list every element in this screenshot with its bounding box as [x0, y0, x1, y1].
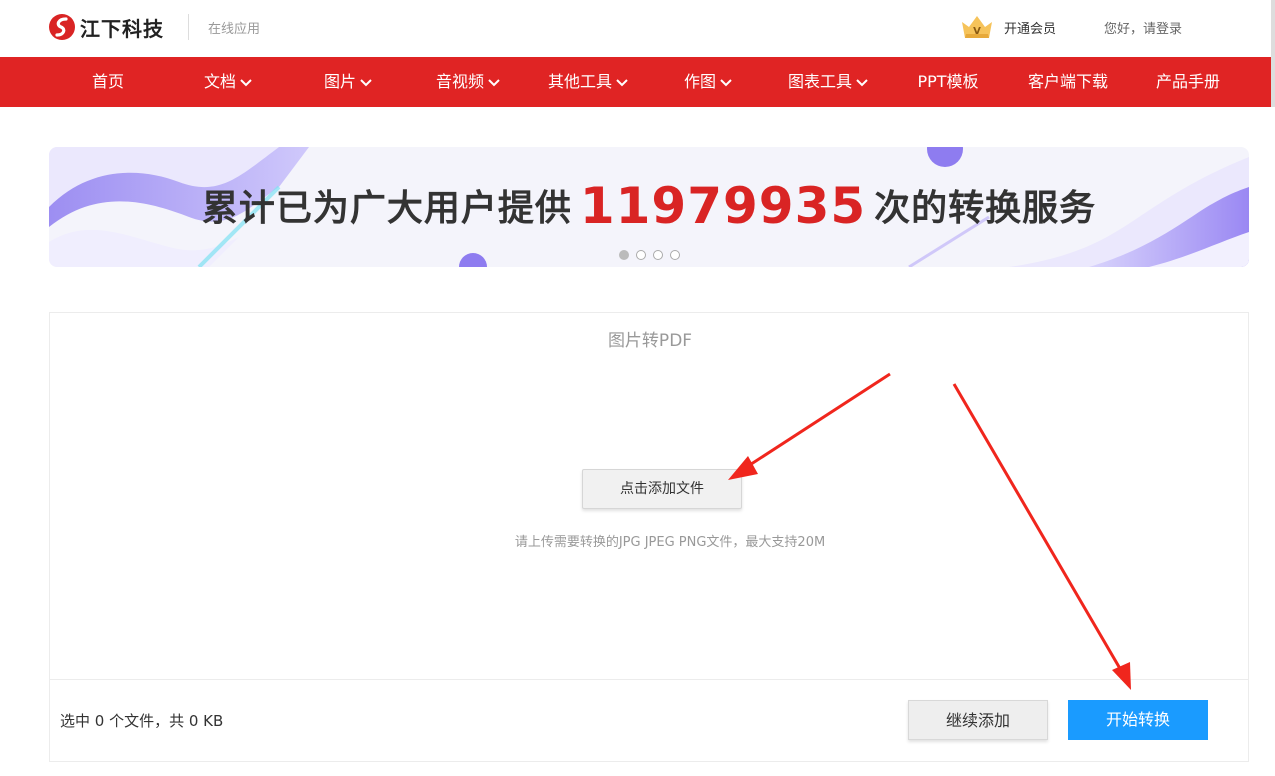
carousel-dot[interactable] — [653, 250, 663, 260]
nav-item-documents[interactable]: 文档 — [204, 57, 252, 107]
chevron-down-icon — [616, 78, 628, 86]
continue-add-button[interactable]: 继续添加 — [908, 700, 1048, 740]
nav-item-product-manual[interactable]: 产品手册 — [1156, 57, 1220, 107]
carousel-dots — [619, 250, 680, 260]
chevron-down-icon — [360, 78, 372, 86]
converter-title: 图片转PDF — [607, 331, 693, 351]
panel-divider — [50, 679, 1248, 680]
header-subtitle: 在线应用 — [208, 22, 261, 37]
converter-panel: 图片转PDF 点击添加文件 请上传需要转换的JPG JPEG PNG文件，最大支… — [49, 312, 1249, 762]
upload-hint: 请上传需要转换的JPG JPEG PNG文件，最大支持20M — [514, 535, 826, 550]
banner-headline: 累计已为广大用户提供 11979935 次的转换服务 — [49, 177, 1249, 235]
banner-count: 11979935 — [579, 177, 867, 235]
chevron-down-icon — [720, 78, 732, 86]
vip-label: 开通会员 — [1004, 21, 1057, 37]
chevron-down-icon — [488, 78, 500, 86]
brand-logo[interactable]: 江下科技 — [48, 12, 164, 42]
svg-text:V: V — [973, 26, 981, 37]
nav-item-label: 产品手册 — [1155, 72, 1221, 91]
nav-item-label: PPT模板 — [917, 72, 979, 91]
promo-banner[interactable]: 累计已为广大用户提供 11979935 次的转换服务 — [49, 147, 1249, 267]
nav-item-label: 图片 — [323, 72, 357, 91]
carousel-dot[interactable] — [636, 250, 646, 260]
brand-name: 江下科技 — [80, 16, 164, 41]
nav-item-images[interactable]: 图片 — [324, 57, 372, 107]
nav-item-label: 首页 — [91, 72, 125, 91]
nav-item-chart-tools[interactable]: 图表工具 — [788, 57, 868, 107]
nav-item-client-download[interactable]: 客户端下载 — [1028, 57, 1108, 107]
nav-item-label: 其他工具 — [547, 72, 613, 91]
banner-text-after: 次的转换服务 — [874, 188, 1097, 229]
nav-item-label: 图表工具 — [787, 72, 853, 91]
banner-text-before: 累计已为广大用户提供 — [201, 188, 572, 229]
add-file-button[interactable]: 点击添加文件 — [582, 469, 742, 509]
start-convert-button[interactable]: 开始转换 — [1068, 700, 1208, 740]
scrollbar-track[interactable] — [1271, 0, 1275, 107]
chevron-down-icon — [240, 78, 252, 86]
nav-item-audio-video[interactable]: 音视频 — [436, 57, 500, 107]
nav-item-label: 客户端下载 — [1027, 72, 1109, 91]
selection-status: 选中 0 个文件，共 0 KB — [60, 712, 224, 730]
chevron-down-icon — [856, 78, 868, 86]
top-header: 江下科技 在线应用 V 开通会员 您好，请登录 — [0, 0, 1275, 56]
nav-item-other-tools[interactable]: 其他工具 — [548, 57, 628, 107]
nav-item-label: 作图 — [683, 72, 717, 91]
vip-button[interactable]: V 开通会员 — [960, 14, 1056, 40]
crown-icon: V — [962, 16, 992, 38]
nav-item-ppt-templates[interactable]: PPT模板 — [917, 57, 978, 107]
carousel-dot[interactable] — [670, 250, 680, 260]
nav-item-label: 音视频 — [435, 72, 485, 91]
carousel-dot[interactable] — [619, 250, 629, 260]
header-divider — [188, 14, 189, 40]
nav-item-home[interactable]: 首页 — [92, 57, 124, 107]
login-link[interactable]: 您好，请登录 — [1104, 18, 1182, 37]
nav-item-drawing[interactable]: 作图 — [684, 57, 732, 107]
logo-icon — [49, 14, 75, 40]
main-nav: 首页 文档 图片 音视频 其他工具 作图 图表工具 PPT模板 客户端下载 产品… — [0, 57, 1275, 107]
nav-item-label: 文档 — [203, 72, 237, 91]
